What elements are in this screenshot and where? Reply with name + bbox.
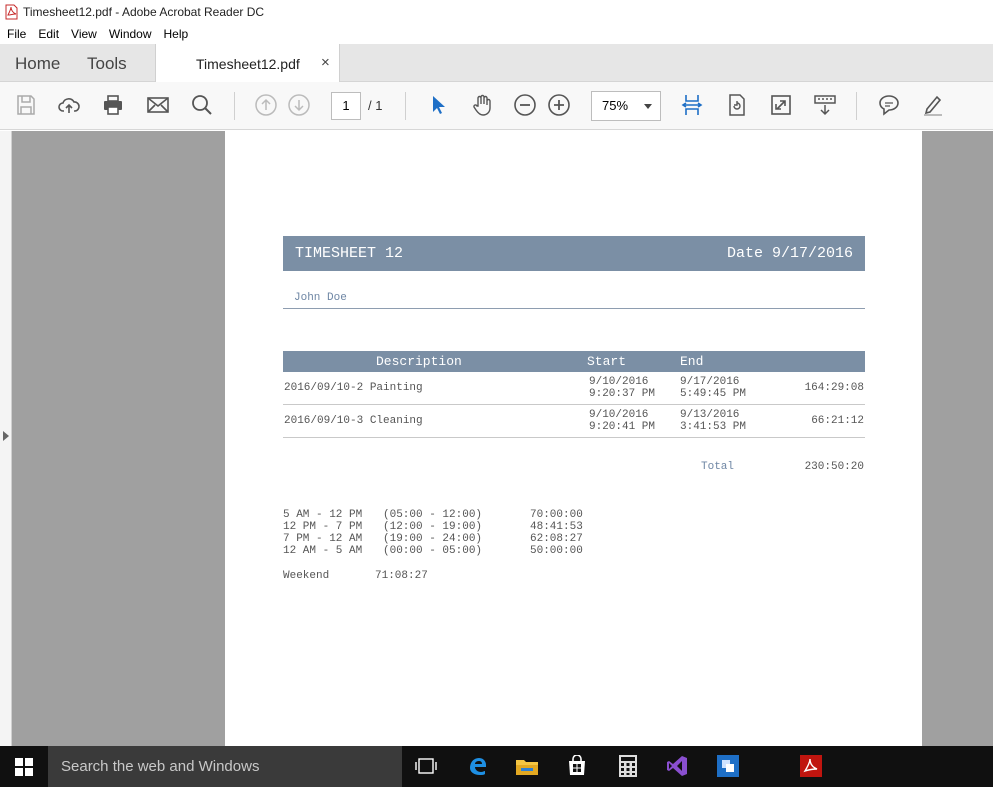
file-explorer-icon[interactable] (510, 751, 544, 781)
full-screen-icon[interactable] (768, 92, 794, 118)
menu-file[interactable]: File (0, 27, 32, 41)
tab-tools[interactable]: Tools (87, 54, 127, 74)
tab-document[interactable]: Timesheet12.pdf × (155, 44, 340, 83)
hand-tool-icon[interactable] (469, 92, 495, 118)
pdf-page: TIMESHEET 12 Date 9/17/2016 John Doe Des… (225, 131, 922, 746)
shift-hours: 70:00:00 (530, 509, 583, 521)
visual-studio-icon[interactable] (660, 751, 694, 781)
document-viewer[interactable]: TIMESHEET 12 Date 9/17/2016 John Doe Des… (0, 131, 993, 746)
menu-window[interactable]: Window (103, 27, 158, 41)
taskbar-search-box[interactable]: Search the web and Windows (48, 746, 402, 787)
shift-hours: 62:08:27 (530, 533, 583, 545)
next-page-icon[interactable] (286, 92, 312, 118)
row-description: 2016/09/10-2 Painting (284, 382, 423, 394)
shift-label: 12 PM - 7 PM (283, 521, 363, 533)
shift-range: (12:00 - 19:00) (383, 521, 483, 533)
fit-width-icon[interactable] (679, 92, 705, 118)
row-end-date: 9/17/2016 (680, 376, 740, 388)
left-panel-toggle[interactable] (0, 131, 12, 746)
column-start: Start (587, 354, 627, 369)
row-duration: 66:21:12 (811, 415, 864, 427)
weekend-value: 71:08:27 (375, 570, 428, 582)
timesheet-header: TIMESHEET 12 Date 9/17/2016 (283, 236, 865, 271)
row-start-date: 9/10/2016 (589, 409, 649, 421)
timesheet-title: TIMESHEET 12 (295, 245, 404, 262)
row-start-time: 9:20:41 PM (589, 421, 656, 433)
row-description: 2016/09/10-3 Cleaning (284, 415, 423, 427)
shift-label: 5 AM - 12 PM (283, 509, 363, 521)
table-header: Description Start End (283, 351, 865, 372)
chevron-down-icon (644, 104, 652, 109)
highlight-pen-icon[interactable] (920, 92, 946, 118)
row-end-time: 5:49:45 PM (680, 388, 747, 400)
shift-range: (00:00 - 05:00) (383, 545, 483, 557)
row-end-date: 9/13/2016 (680, 409, 740, 421)
toolbar-separator (234, 92, 235, 120)
read-mode-icon[interactable] (812, 92, 838, 118)
zoom-in-icon[interactable] (546, 92, 572, 118)
title-bar: Timesheet12.pdf - Adobe Acrobat Reader D… (0, 0, 993, 24)
row-start-date: 9/10/2016 (589, 376, 649, 388)
rotate-page-icon[interactable] (724, 92, 750, 118)
tab-home[interactable]: Home (15, 54, 60, 74)
window-title: Timesheet12.pdf - Adobe Acrobat Reader D… (23, 5, 265, 19)
select-cursor-icon[interactable] (424, 92, 450, 118)
zoom-out-icon[interactable] (512, 92, 538, 118)
save-icon[interactable] (13, 92, 39, 118)
row-duration: 164:29:08 (804, 382, 864, 394)
document-tab-label: Timesheet12.pdf (196, 56, 300, 72)
expand-panel-icon (3, 431, 9, 441)
tab-row: Home Tools Timesheet12.pdf × (0, 44, 993, 83)
shift-label: 12 AM - 5 AM (283, 545, 363, 557)
table-row: 2016/09/10-3 Cleaning 9/10/2016 9:20:41 … (283, 405, 865, 438)
total-value: 230:50:20 (804, 461, 864, 473)
zoom-select[interactable]: 75% (591, 91, 661, 121)
menu-view[interactable]: View (65, 27, 103, 41)
shift-hours: 50:00:00 (530, 545, 583, 557)
timesheet-date: Date 9/17/2016 (726, 245, 853, 262)
table-row: 2016/09/10-2 Painting 9/10/2016 9:20:37 … (283, 372, 865, 405)
row-end-time: 3:41:53 PM (680, 421, 747, 433)
upload-cloud-icon[interactable] (56, 92, 82, 118)
toolbar-separator (856, 92, 857, 120)
start-windows-icon[interactable] (0, 746, 48, 787)
search-placeholder: Search the web and Windows (61, 758, 260, 775)
total-label: Total (701, 461, 735, 473)
zoom-value: 75% (602, 98, 629, 113)
app-tile-icon[interactable] (711, 751, 745, 781)
employee-name: John Doe (294, 292, 347, 304)
column-end: End (680, 354, 704, 369)
calculator-icon[interactable] (611, 751, 645, 781)
shift-label: 7 PM - 12 AM (283, 533, 363, 545)
page-count: / 1 (368, 98, 383, 113)
store-icon[interactable] (560, 751, 594, 781)
page-number-input[interactable]: 1 (331, 92, 361, 120)
shift-range: (19:00 - 24:00) (383, 533, 483, 545)
weekend-label: Weekend (283, 570, 330, 582)
task-view-icon[interactable] (409, 751, 443, 781)
employee-name-row: John Doe (283, 291, 865, 309)
previous-page-icon[interactable] (253, 92, 279, 118)
shift-hours: 48:41:53 (530, 521, 583, 533)
row-start-time: 9:20:37 PM (589, 388, 656, 400)
menu-edit[interactable]: Edit (32, 27, 65, 41)
column-description: Description (376, 354, 462, 369)
print-icon[interactable] (100, 92, 126, 118)
menu-help[interactable]: Help (158, 27, 195, 41)
pdf-file-icon (4, 4, 19, 20)
windows-taskbar: Search the web and Windows (0, 746, 993, 787)
acrobat-reader-icon[interactable] (794, 751, 828, 781)
close-tab-icon[interactable]: × (321, 54, 330, 71)
comment-icon[interactable] (876, 92, 902, 118)
menu-bar: File Edit View Window Help (0, 24, 993, 44)
search-icon[interactable] (189, 92, 215, 118)
shift-range: (05:00 - 12:00) (383, 509, 483, 521)
toolbar: 1 / 1 75% (0, 82, 993, 130)
email-icon[interactable] (145, 92, 171, 118)
edge-browser-icon[interactable] (461, 751, 495, 781)
toolbar-separator (405, 92, 406, 120)
